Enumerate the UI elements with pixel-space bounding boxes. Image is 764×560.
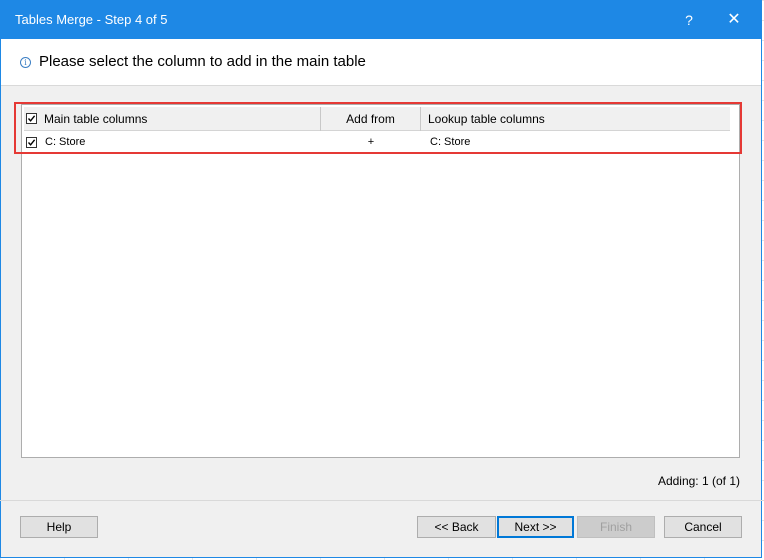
column-header-row: Main table columns Add from Lookup table…: [24, 107, 730, 131]
finish-button[interactable]: Finish: [577, 516, 655, 538]
checkmark-icon: [27, 115, 36, 122]
next-button[interactable]: Next >>: [497, 516, 574, 538]
row-add-toggle[interactable]: +: [321, 131, 421, 153]
checkmark-icon: [27, 139, 36, 146]
row-checkbox[interactable]: [26, 137, 37, 148]
info-icon: i: [20, 57, 31, 68]
column-header-main[interactable]: Main table columns: [24, 107, 321, 131]
column-header-add[interactable]: Add from: [321, 107, 421, 131]
title-bar: Tables Merge - Step 4 of 5 ? ✕: [1, 1, 761, 39]
cancel-button[interactable]: Cancel: [664, 516, 742, 538]
footer-divider: [0, 500, 764, 501]
column-list[interactable]: [21, 104, 740, 458]
step-instruction: Please select the column to add in the m…: [39, 53, 366, 70]
column-header-lookup[interactable]: Lookup table columns: [421, 107, 730, 131]
table-row[interactable]: C: Store + C: Store: [24, 131, 730, 153]
back-button[interactable]: << Back: [417, 516, 496, 538]
row-lookup-column[interactable]: C: Store: [430, 131, 470, 153]
row-main-column: C: Store: [45, 136, 86, 148]
help-button[interactable]: Help: [20, 516, 98, 538]
step-header: i Please select the column to add in the…: [1, 39, 761, 86]
help-question-icon[interactable]: ?: [679, 9, 699, 31]
close-icon[interactable]: ✕: [723, 9, 745, 31]
select-all-checkbox[interactable]: [26, 113, 37, 124]
column-header-main-label: Main table columns: [44, 112, 148, 126]
adding-status: Adding: 1 (of 1): [657, 474, 740, 488]
window-title: Tables Merge - Step 4 of 5: [15, 12, 168, 27]
